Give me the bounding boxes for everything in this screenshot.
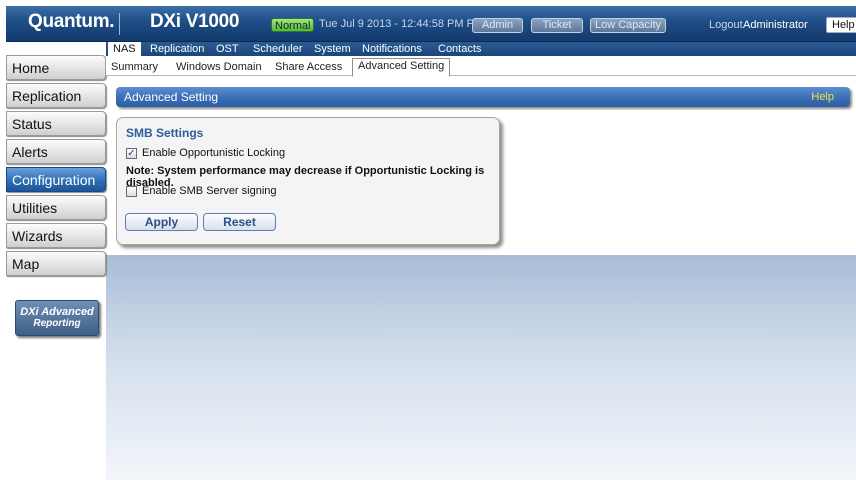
primary-tab-bar: NAS Replication OST Scheduler System Not… [106,42,856,57]
oplock-row: ✓ Enable Opportunistic Locking [126,147,285,159]
product-name: DXi V1000 [150,11,240,32]
header-datetime: Tue Jul 9 2013 - 12:44:58 PM PDT [319,18,489,30]
tab-ost[interactable]: OST [216,43,239,55]
nav-item-alerts[interactable]: Alerts [6,139,106,164]
nav-item-utilities[interactable]: Utilities [6,195,106,220]
nav-item-replication[interactable]: Replication [6,83,106,108]
apply-button[interactable]: Apply [125,213,198,231]
admin-button[interactable]: Admin [472,18,523,33]
subtab-summary[interactable]: Summary [111,61,158,73]
dxi-card-subtitle: Reporting [33,318,81,329]
tab-contacts[interactable]: Contacts [438,43,481,55]
section-title: Advanced Setting [124,90,219,104]
panel-title: SMB Settings [126,126,204,140]
oplock-checkbox[interactable]: ✓ [126,147,137,159]
nav-item-map[interactable]: Map [6,251,106,276]
secondary-tab-bar: Summary Windows Domain Share Access Adva… [106,56,856,77]
dxi-card-title: DXi Advanced [20,306,94,318]
nav-item-status[interactable]: Status [6,111,106,136]
tab-notifications[interactable]: Notifications [362,43,422,55]
dxi-advanced-reporting-button[interactable]: DXi Advanced Reporting [15,300,99,336]
nav-item-wizards[interactable]: Wizards [6,223,106,248]
subtab-share-access[interactable]: Share Access [275,61,342,73]
smb-signing-label[interactable]: Enable SMB Server signing [142,185,277,197]
subtab-windows-domain[interactable]: Windows Domain [176,61,262,73]
current-user: Administrator [743,19,808,31]
system-status-badge[interactable]: Normal [271,18,315,32]
tab-replication[interactable]: Replication [150,43,204,55]
section-header: Advanced Setting Help [116,87,850,107]
help-menu-button[interactable]: Help ▾ [826,17,856,33]
ticket-button[interactable]: Ticket [531,18,583,33]
quantum-logo: Quantum. [28,11,115,32]
tab-scheduler[interactable]: Scheduler [253,43,303,55]
tab-nas[interactable]: NAS [108,42,141,57]
low-capacity-button[interactable]: Low Capacity [590,18,666,33]
reset-button[interactable]: Reset [203,213,276,231]
tab-system[interactable]: System [314,43,351,55]
header-divider [119,13,120,35]
subtab-advanced-setting[interactable]: Advanced Setting [352,58,451,77]
content-background [106,255,856,480]
smb-signing-checkbox[interactable] [126,185,137,197]
smb-settings-panel: SMB Settings ✓ Enable Opportunistic Lock… [116,117,500,245]
nav-item-configuration[interactable]: Configuration [6,167,106,192]
nav-item-home[interactable]: Home [6,55,106,80]
oplock-label[interactable]: Enable Opportunistic Locking [142,147,285,159]
smb-signing-row: Enable SMB Server signing [126,185,277,197]
logout-link[interactable]: Logout [709,19,743,31]
section-help-link[interactable]: Help [811,91,834,103]
left-nav: Home Replication Status Alerts Configura… [6,42,106,480]
top-header: Quantum. DXi V1000 Normal Tue Jul 9 2013… [6,6,856,42]
